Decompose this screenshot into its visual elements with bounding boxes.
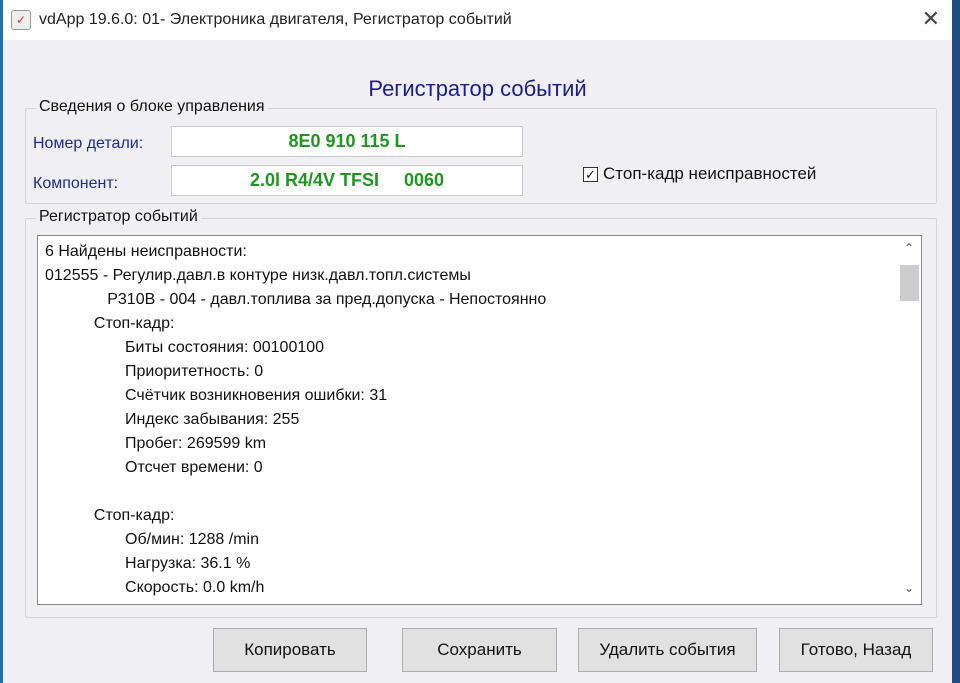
main-window: ✓ vdApp 19.6.0: 01- Электроника двигател…: [3, 0, 952, 683]
delete-events-button[interactable]: Удалить события: [578, 628, 757, 672]
window-title: vdApp 19.6.0: 01- Электроника двигателя,…: [39, 11, 512, 28]
log-line: Нагрузка: 36.1 %: [45, 555, 251, 572]
freeze-frame-checkbox[interactable]: ✓ Стоп-кадр неисправностей: [583, 164, 816, 184]
log-line: Биты состояния: 00100100: [45, 339, 325, 356]
log-line: 012555 - Регулир.давл.в контуре низк.дав…: [45, 267, 471, 284]
log-line: Пробег: 269599 km: [45, 435, 267, 452]
scroll-down-icon[interactable]: ⌄: [898, 581, 920, 601]
app-icon: ✓: [11, 10, 31, 30]
title-bar: ✓ vdApp 19.6.0: 01- Электроника двигател…: [3, 0, 952, 40]
log-line: Приоритетность: 0: [45, 363, 264, 380]
done-back-button[interactable]: Готово, Назад: [779, 628, 933, 672]
log-line: Стоп-кадр:: [45, 507, 175, 524]
copy-button[interactable]: Копировать: [213, 628, 367, 672]
log-line: Индекс забывания: 255: [45, 411, 300, 428]
component-label: Компонент:: [33, 175, 119, 192]
scrollbar-thumb[interactable]: [900, 265, 919, 301]
desktop-background: [952, 0, 960, 683]
event-log-legend: Регистратор событий: [36, 208, 201, 226]
log-line: Об/мин: 1288 /min: [45, 531, 259, 548]
log-line: 6 Найдены неисправности:: [45, 243, 247, 260]
save-button[interactable]: Сохранить: [402, 628, 557, 672]
part-number-field: 8E0 910 115 L: [171, 126, 523, 157]
log-line: Счётчик возникновения ошибки: 31: [45, 387, 388, 404]
ecu-info-legend: Сведения о блоке управления: [36, 98, 268, 116]
freeze-frame-label: Стоп-кадр неисправностей: [603, 164, 817, 183]
part-number-label: Номер детали:: [33, 135, 144, 152]
log-line: P310B - 004 - давл.топлива за пред.допус…: [45, 291, 547, 308]
close-icon[interactable]: ✕: [922, 6, 940, 32]
component-field: 2.0l R4/4V TFSI 0060: [171, 165, 523, 196]
ecu-info-group: Сведения о блоке управления Номер детали…: [25, 98, 937, 204]
scroll-up-icon[interactable]: ⌃: [898, 241, 920, 261]
vertical-scrollbar[interactable]: ⌃ ⌄: [898, 237, 920, 603]
log-line: Стоп-кадр:: [45, 315, 175, 332]
checkbox-check-icon[interactable]: ✓: [583, 166, 598, 182]
log-line: Отсчет времени: 0: [45, 459, 263, 476]
event-log-textbox[interactable]: 6 Найдены неисправности: 012555 - Регулир…: [37, 235, 922, 605]
event-log-lines: 6 Найдены неисправности: 012555 - Регулир…: [45, 240, 546, 600]
log-line: Скорость: 0.0 km/h: [45, 579, 265, 596]
event-log-group: Регистратор событий 6 Найдены неисправно…: [25, 208, 937, 618]
